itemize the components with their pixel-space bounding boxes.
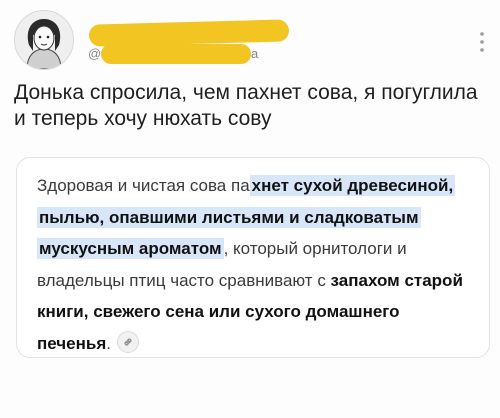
author-name-redaction <box>88 19 290 47</box>
post-text: Донька спросила, чем пахнет сова, я погу… <box>14 81 478 130</box>
vertical-dots-icon[interactable] <box>478 30 486 56</box>
link-icon[interactable] <box>117 331 139 354</box>
handle-redaction <box>101 44 251 64</box>
handle-suffix: a <box>251 46 259 61</box>
avatar[interactable] <box>14 10 74 70</box>
search-snippet-card[interactable]: Здоровая и чистая сова па хнет сухой древ… <box>16 157 490 358</box>
snippet-intro: Здоровая и чистая сова па <box>37 176 250 195</box>
author-handle[interactable]: @ a <box>88 44 268 64</box>
handle-prefix: @ <box>88 46 102 61</box>
post-header: @ a <box>14 10 486 70</box>
snippet-text: Здоровая и чистая сова па хнет сухой древ… <box>37 170 477 359</box>
snippet-end: . <box>106 333 111 353</box>
